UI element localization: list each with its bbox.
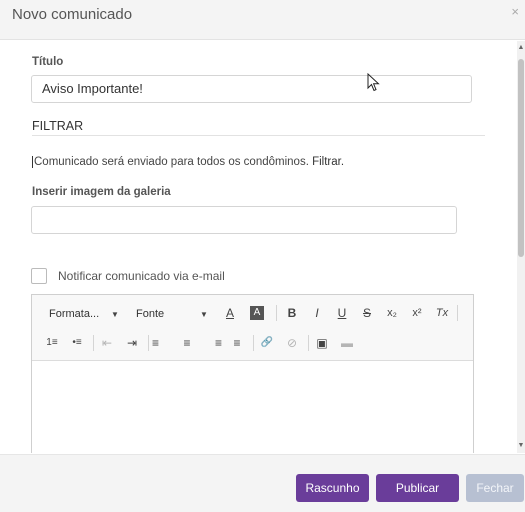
modal-scrollbar[interactable]: ▲ ▼ [517, 41, 525, 453]
decrease-indent-icon[interactable]: ⇤ [97, 333, 117, 353]
gallery-input[interactable] [31, 206, 457, 234]
title-label: Título [32, 56, 64, 68]
rich-text-editor: Formata... ▼ Fonte ▼ A A B I U S x₂ x² T… [31, 294, 474, 453]
section-divider [32, 135, 485, 136]
numbered-list-icon[interactable]: 1≡ [42, 333, 62, 353]
strikethrough-icon[interactable]: S [357, 303, 377, 323]
font-combo-label: Fonte [136, 308, 165, 320]
recipients-info: Comunicado será enviado para todos os co… [32, 156, 344, 168]
toolbar-separator [148, 335, 149, 351]
scroll-down-icon[interactable]: ▼ [517, 441, 525, 451]
editor-toolbar: Formata... ▼ Fonte ▼ A A B I U S x₂ x² T… [32, 295, 473, 361]
bulleted-list-icon[interactable]: •≡ [67, 333, 87, 353]
increase-indent-icon[interactable]: ⇥ [122, 333, 142, 353]
link-icon[interactable]: 🔗 [257, 333, 277, 353]
italic-icon[interactable]: I [307, 303, 327, 323]
recipients-info-text: Comunicado será enviado para todos os co… [34, 156, 313, 168]
modal-body: Título Aviso Importante! FILTRAR Comunic… [0, 41, 517, 453]
justify-icon[interactable]: ≡ [227, 333, 247, 353]
subscript-icon[interactable]: x₂ [382, 303, 402, 323]
toolbar-separator [276, 305, 277, 321]
format-combo[interactable]: Formata... ▼ [49, 308, 119, 320]
notify-email-label: Notificar comunicado via e-mail [58, 269, 225, 283]
publish-button[interactable]: Publicar [376, 474, 459, 502]
chevron-down-icon: ▼ [200, 310, 208, 319]
draft-button[interactable]: Rascunho [296, 474, 369, 502]
filter-section-title: FILTRAR [32, 119, 84, 133]
bold-icon[interactable]: B [282, 303, 302, 323]
close-icon[interactable]: × [511, 4, 519, 19]
text-color-icon[interactable]: A [220, 303, 240, 323]
unlink-icon[interactable]: ⊘ [282, 333, 302, 353]
notify-email-checkbox[interactable] [31, 268, 47, 284]
align-left-icon[interactable]: ≡ [152, 333, 172, 353]
superscript-icon[interactable]: x² [407, 303, 427, 323]
scroll-up-icon[interactable]: ▲ [517, 43, 525, 53]
filter-link[interactable]: Filtrar. [312, 156, 344, 168]
underline-icon[interactable]: U [332, 303, 352, 323]
align-center-icon[interactable]: ≡ [177, 333, 197, 353]
title-input[interactable]: Aviso Importante! [31, 75, 472, 103]
scrollbar-thumb[interactable] [518, 59, 524, 257]
toolbar-separator [308, 335, 309, 351]
chevron-down-icon: ▼ [111, 310, 119, 319]
modal-footer: Rascunho Publicar Fechar [0, 454, 525, 512]
remove-format-icon[interactable]: Tx [432, 303, 452, 323]
align-right-icon[interactable]: ≡ [202, 333, 222, 353]
gallery-label: Inserir imagem da galeria [32, 186, 171, 198]
background-color-icon[interactable]: A [250, 306, 264, 320]
font-combo[interactable]: Fonte ▼ [136, 308, 208, 320]
horizontal-rule-icon[interactable]: ▬ [337, 333, 357, 353]
close-button[interactable]: Fechar [466, 474, 524, 502]
mouse-cursor-icon [367, 73, 380, 92]
editor-content-area[interactable] [32, 362, 473, 453]
modal-title: Novo comunicado [12, 6, 133, 23]
format-combo-label: Formata... [49, 308, 100, 320]
toolbar-separator [93, 335, 94, 351]
modal-header: Novo comunicado × [0, 0, 525, 40]
new-announcement-modal: Novo comunicado × Título Aviso Important… [0, 0, 525, 512]
image-icon[interactable]: ▣ [312, 333, 332, 353]
toolbar-separator [457, 305, 458, 321]
toolbar-separator [253, 335, 254, 351]
